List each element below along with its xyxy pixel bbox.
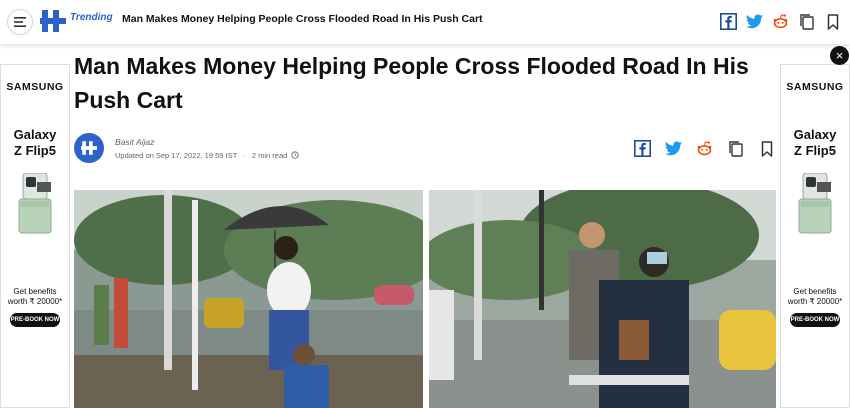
ad-offer-line1: Get benefits xyxy=(13,287,57,296)
author-name[interactable]: Basit Aijaz xyxy=(115,137,154,147)
ad-model-line2: Z Flip5 xyxy=(14,143,56,158)
author-avatar[interactable] xyxy=(74,133,104,163)
reddit-icon[interactable] xyxy=(771,12,790,31)
ad-model-line1: Galaxy xyxy=(793,127,837,142)
close-icon: × xyxy=(835,48,844,63)
menu-button[interactable] xyxy=(7,9,33,35)
ad-offer-line2: worth ₹ 20000* xyxy=(787,297,843,306)
header-headline: Man Makes Money Helping People Cross Flo… xyxy=(122,13,483,25)
ad-offer-line2: worth ₹ 20000* xyxy=(7,297,63,306)
top-navigation-bar: Trending Man Makes Money Helping People … xyxy=(0,0,850,44)
site-logo-icon xyxy=(81,141,97,155)
right-advertisement[interactable]: SAMSUNG Galaxy Z Flip5 Get benefits wort… xyxy=(780,64,850,408)
twitter-icon[interactable] xyxy=(664,139,683,158)
header-share-icons xyxy=(719,12,842,31)
section-label[interactable]: Trending xyxy=(70,12,113,23)
clock-icon xyxy=(291,151,300,159)
ad-brand: SAMSUNG xyxy=(6,81,64,93)
article-image-left[interactable] xyxy=(74,190,423,408)
updated-date: Updated on Sep 17, 2022, 19:59 IST xyxy=(115,151,238,160)
bookmark-icon[interactable] xyxy=(757,139,776,158)
left-advertisement[interactable]: SAMSUNG Galaxy Z Flip5 Get benefits wort… xyxy=(0,64,70,408)
bookmark-icon[interactable] xyxy=(823,12,842,31)
ad-brand: SAMSUNG xyxy=(786,81,844,93)
ad-model-line1: Galaxy xyxy=(13,127,57,142)
ad-offer-line1: Get benefits xyxy=(793,287,837,296)
facebook-icon[interactable] xyxy=(719,12,738,31)
ad-offer: Get benefits worth ₹ 20000* xyxy=(1,287,69,307)
ad-model: Galaxy Z Flip5 xyxy=(781,127,849,159)
reddit-icon[interactable] xyxy=(695,139,714,158)
twitter-icon[interactable] xyxy=(745,12,764,31)
copy-icon[interactable] xyxy=(797,12,816,31)
ad-cta-button[interactable]: PRE-BOOK NOW xyxy=(790,313,840,327)
copy-icon[interactable] xyxy=(726,139,745,158)
ad-model-line2: Z Flip5 xyxy=(794,143,836,158)
facebook-icon[interactable] xyxy=(633,139,652,158)
close-ad-button[interactable]: × xyxy=(830,46,849,65)
ad-offer: Get benefits worth ₹ 20000* xyxy=(781,287,849,307)
article-image-right[interactable] xyxy=(429,190,776,408)
menu-icon xyxy=(14,17,26,27)
phone-image xyxy=(17,172,53,253)
article-meta: Updated on Sep 17, 2022, 19:59 IST · 2 m… xyxy=(115,151,300,160)
phone-image xyxy=(797,172,833,253)
article-title: Man Makes Money Helping People Cross Flo… xyxy=(74,53,749,113)
meta-separator: · xyxy=(243,151,246,160)
read-time: 2 min read xyxy=(251,151,288,160)
article-share-icons xyxy=(633,139,776,158)
ad-cta-button[interactable]: PRE-BOOK NOW xyxy=(10,313,60,327)
ad-model: Galaxy Z Flip5 xyxy=(1,127,69,159)
site-logo-icon[interactable] xyxy=(40,8,66,34)
article-byline: Basit Aijaz Updated on Sep 17, 2022, 19:… xyxy=(74,133,776,167)
